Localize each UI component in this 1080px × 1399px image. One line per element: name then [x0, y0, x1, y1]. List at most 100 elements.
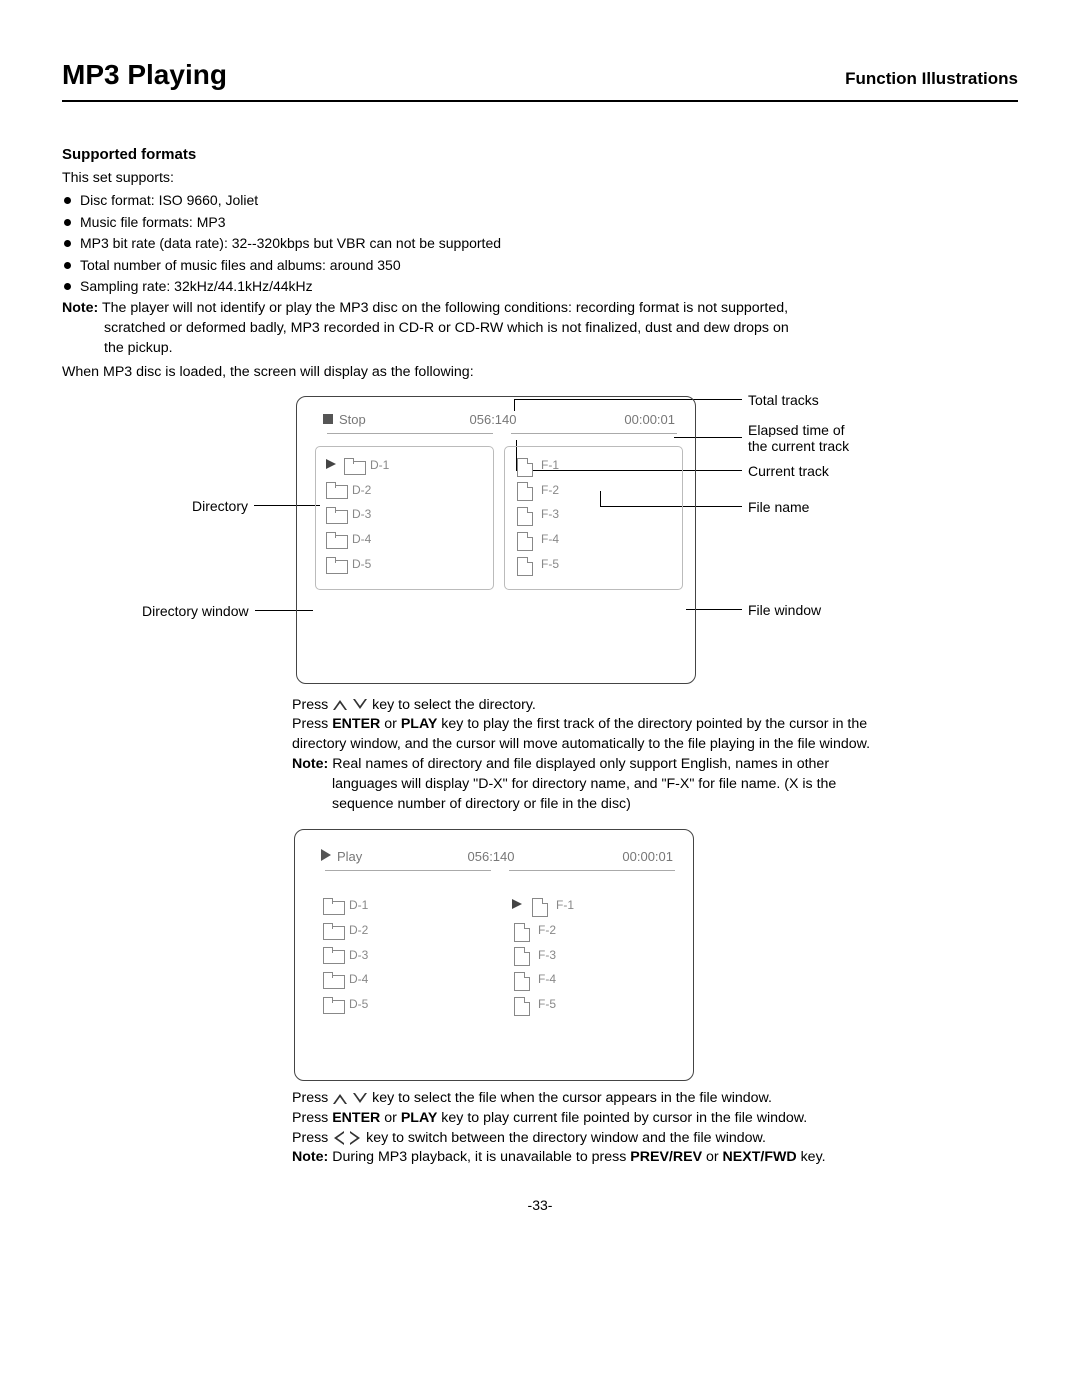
file-icon	[512, 947, 532, 962]
label-file-name: File name	[746, 498, 811, 518]
file-label: F-2	[541, 482, 559, 499]
note-text: scratched or deformed badly, MP3 recorde…	[62, 319, 1018, 339]
note-text: The player will not identify or play the…	[102, 300, 788, 316]
key-name: ENTER	[332, 716, 380, 732]
file-icon	[515, 507, 535, 522]
stop-icon	[323, 414, 333, 424]
file-item: F-4	[512, 971, 675, 988]
up-arrow-icon	[333, 699, 347, 710]
dir-item: D-3	[323, 947, 486, 964]
label-directory-window: Directory window	[140, 602, 251, 622]
page-title: MP3 Playing	[62, 55, 227, 94]
dir-item: D-4	[326, 531, 487, 548]
file-label: F-4	[538, 971, 556, 988]
file-icon	[530, 898, 550, 913]
page-subtitle: Function Illustrations	[845, 67, 1018, 91]
key-name: PREV/REV	[630, 1149, 702, 1165]
page-number: -33-	[62, 1196, 1018, 1216]
instr-text: key to switch between the directory wind…	[366, 1130, 766, 1146]
instr-text: Press	[292, 716, 332, 732]
file-item: F-2	[515, 482, 676, 499]
file-label: F-4	[541, 531, 559, 548]
file-item: F-1	[530, 897, 675, 914]
note-label: Note:	[292, 1149, 328, 1165]
note-text: During MP3 playback, it is unavailable t…	[328, 1149, 630, 1165]
dir-item: D-1	[323, 897, 486, 914]
right-arrow-icon	[350, 1131, 361, 1145]
file-item: F-3	[515, 506, 676, 523]
list-item: Disc format: ISO 9660, Joliet	[62, 191, 1018, 211]
dir-label: D-3	[352, 506, 371, 523]
dir-label: D-4	[349, 971, 368, 988]
instructions-2: Press key to select the file when the cu…	[292, 1089, 968, 1169]
folder-icon	[326, 482, 346, 497]
directory-window: D-1 D-2 D-3 D-4 D-5	[315, 446, 494, 590]
instr-text: key to play current file pointed by curs…	[437, 1110, 807, 1126]
key-name: PLAY	[401, 716, 438, 732]
note-label: Note:	[292, 756, 328, 772]
key-name: ENTER	[332, 1110, 380, 1126]
folder-icon	[323, 947, 343, 962]
status-text: Play	[337, 849, 362, 864]
instr-text: key to select the file when the cursor a…	[372, 1090, 772, 1106]
file-label: F-3	[538, 947, 556, 964]
instr-text: key to select the directory.	[372, 697, 536, 713]
folder-icon	[326, 532, 346, 547]
down-arrow-icon	[353, 699, 367, 710]
directory-window: D-1 D-2 D-3 D-4 D-5	[313, 887, 492, 1029]
supported-list: Disc format: ISO 9660, Joliet Music file…	[62, 191, 1018, 297]
file-icon	[515, 482, 535, 497]
file-label: F-5	[538, 996, 556, 1013]
screen2-illustration: Play 056:140 00:00:01 D-1 D-2 D-3 D-4 D-…	[294, 829, 1018, 1081]
instr-text: or	[702, 1149, 723, 1165]
file-icon	[512, 923, 532, 938]
screen1-illustration: Directory Directory window Total tracks …	[62, 391, 1018, 696]
note-text: languages will display "D-X" for directo…	[292, 775, 968, 795]
screen2-header: Play 056:140 00:00:01	[295, 830, 693, 870]
folder-icon	[323, 997, 343, 1012]
dir-item: D-2	[323, 922, 486, 939]
file-icon	[512, 997, 532, 1012]
up-arrow-icon	[333, 1093, 347, 1104]
instr-text: Press	[292, 1130, 332, 1146]
instr-text: Press	[292, 697, 332, 713]
screen1-header: Stop 056:140 00:00:01	[297, 397, 695, 433]
instr-text: directory window, and the cursor will mo…	[292, 735, 968, 755]
dir-item: D-5	[323, 996, 486, 1013]
file-icon	[512, 972, 532, 987]
file-label: F-3	[541, 506, 559, 523]
label-directory: Directory	[190, 497, 250, 517]
loaded-line: When MP3 disc is loaded, the screen will…	[62, 363, 1018, 383]
folder-icon	[323, 898, 343, 913]
label-elapsed-2: the current track	[746, 437, 851, 457]
file-label: F-5	[541, 556, 559, 573]
screen1-status: Stop	[323, 411, 433, 429]
label-file-window: File window	[746, 601, 823, 621]
key-name: NEXT/FWD	[723, 1149, 797, 1165]
down-arrow-icon	[353, 1093, 367, 1104]
instructions-1: Press key to select the directory. Press…	[292, 696, 968, 815]
file-item: F-1	[515, 457, 676, 474]
label-total-tracks: Total tracks	[746, 391, 821, 411]
screen2-status: Play	[321, 848, 431, 866]
dir-item: D-3	[326, 506, 487, 523]
screen2-counter: 056:140	[431, 848, 551, 866]
file-item: F-3	[512, 947, 675, 964]
instr-text: Press	[292, 1090, 332, 1106]
dir-label: D-2	[352, 482, 371, 499]
list-item: Total number of music files and albums: …	[62, 256, 1018, 276]
file-icon	[515, 532, 535, 547]
key-name: PLAY	[401, 1110, 438, 1126]
left-arrow-icon	[333, 1131, 344, 1145]
page-header: MP3 Playing Function Illustrations	[62, 55, 1018, 102]
screen1: Stop 056:140 00:00:01 D-1 D-2 D-3 D-4 D-…	[296, 396, 696, 684]
file-item: F-5	[512, 996, 675, 1013]
dir-item: D-4	[323, 971, 486, 988]
note-text: Real names of directory and file display…	[328, 756, 829, 772]
screen1-counter: 056:140	[433, 411, 553, 429]
note-text: sequence number of directory or file in …	[292, 795, 968, 815]
list-item: MP3 bit rate (data rate): 32--320kbps bu…	[62, 234, 1018, 254]
label-current-track: Current track	[746, 462, 831, 482]
dir-label: D-1	[349, 897, 368, 914]
note-label: Note:	[62, 300, 98, 316]
